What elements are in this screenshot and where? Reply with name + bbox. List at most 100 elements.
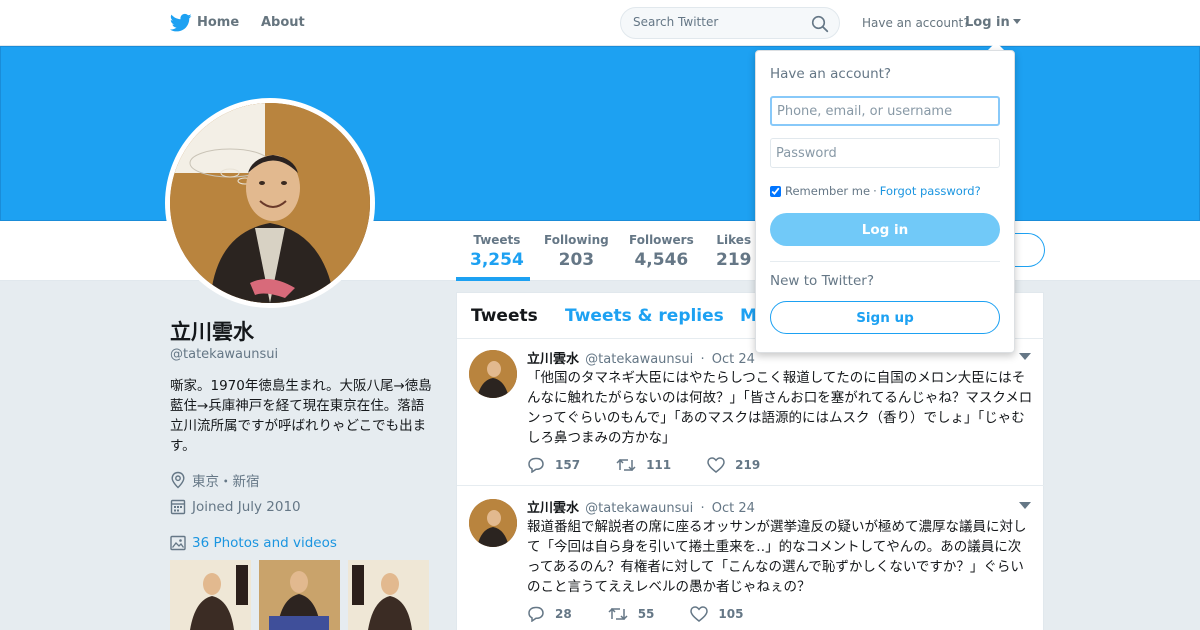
stat-followers-value: 4,546 bbox=[634, 250, 689, 270]
profile-location: 東京・新宿 bbox=[170, 470, 260, 490]
login-button[interactable]: Log in bbox=[770, 213, 1000, 246]
stat-followers-label: Followers bbox=[629, 233, 694, 247]
calendar-icon bbox=[170, 499, 186, 515]
reply-icon bbox=[528, 457, 544, 473]
username-field[interactable] bbox=[770, 96, 1000, 126]
photos-and-videos-label: 36 Photos and videos bbox=[192, 535, 337, 551]
like-action[interactable]: 219 bbox=[707, 457, 760, 473]
profile-joined: Joined July 2010 bbox=[170, 498, 301, 516]
stat-likes-value: 219 bbox=[716, 250, 752, 270]
profile-name[interactable]: 立川雲水 bbox=[170, 316, 254, 346]
tweet-author[interactable]: 立川雲水 bbox=[527, 501, 579, 516]
nav-about-link[interactable]: About bbox=[261, 15, 305, 30]
search-box bbox=[620, 7, 840, 39]
avatar-photo bbox=[170, 103, 370, 303]
location-pin-icon bbox=[171, 471, 185, 489]
tweet-handle[interactable]: @tatekawaunsui bbox=[585, 501, 693, 516]
login-dropdown-toggle[interactable]: Log in bbox=[965, 15, 1021, 30]
stat-tweets[interactable]: Tweets 3,254 bbox=[470, 233, 524, 270]
retweet-action[interactable]: 111 bbox=[616, 457, 671, 473]
reply-action[interactable]: 157 bbox=[527, 457, 580, 473]
tweet-avatar[interactable] bbox=[469, 350, 517, 398]
caret-down-icon bbox=[1012, 19, 1021, 24]
stat-likes-label: Likes bbox=[716, 233, 752, 247]
top-navigation: Home About Have an account? Log in bbox=[0, 0, 1200, 46]
heart-icon bbox=[690, 606, 709, 622]
heart-icon bbox=[707, 457, 725, 473]
tweet-actions: 28 55 105 bbox=[527, 606, 779, 622]
tweet[interactable]: 立川雲水 @tatekawaunsui · Oct 24 「他国のタマネギ大臣に… bbox=[457, 339, 1045, 486]
like-action[interactable]: 105 bbox=[690, 606, 743, 622]
tweet-header: 立川雲水 @tatekawaunsui · Oct 24 bbox=[527, 497, 755, 516]
profile-handle[interactable]: @tatekawaunsui bbox=[170, 347, 278, 362]
dropdown-divider bbox=[770, 261, 1000, 262]
tweet-separator: · bbox=[700, 352, 705, 367]
tweet-text: 「他国のタマネギ大臣にはやたらしつこく報道してたのに自国のメロン大臣にはそんなに… bbox=[527, 370, 1033, 446]
avatar-portrait-image bbox=[170, 103, 370, 303]
photo-thumbnail[interactable] bbox=[348, 560, 429, 630]
photo-thumbnail[interactable] bbox=[259, 560, 340, 630]
photo-icon bbox=[170, 535, 186, 551]
profile-avatar[interactable] bbox=[165, 98, 375, 308]
tweet-menu-chevron-icon[interactable] bbox=[1019, 353, 1031, 360]
tweet-text: 報道番組で解説者の席に座るオッサンが選挙違反の疑いが極めて濃厚な議員に対して「今… bbox=[527, 519, 1027, 595]
profile-location-text: 東京・新宿 bbox=[192, 474, 260, 490]
stat-following-label: Following bbox=[544, 233, 609, 247]
tab-tweets[interactable]: Tweets bbox=[471, 306, 538, 326]
thumbnail-image bbox=[259, 560, 340, 630]
remember-me-checkbox[interactable] bbox=[770, 185, 781, 197]
tweet-handle[interactable]: @tatekawaunsui bbox=[585, 352, 693, 367]
retweet-count: 111 bbox=[646, 458, 672, 472]
signup-button[interactable]: Sign up bbox=[770, 301, 1000, 334]
tweet[interactable]: 立川雲水 @tatekawaunsui · Oct 24 報道番組で解説者の席に… bbox=[457, 488, 1045, 630]
profile-bio: 噺家。1970年徳島生まれ。大阪八尾→徳島藍住→兵庫神戸を経て現在東京在住。落語… bbox=[170, 378, 432, 454]
stat-followers[interactable]: Followers 4,546 bbox=[629, 233, 694, 270]
photo-thumbnail[interactable] bbox=[170, 560, 251, 630]
new-to-twitter-label: New to Twitter? bbox=[770, 273, 874, 289]
tab-tweets-and-replies[interactable]: Tweets & replies bbox=[565, 306, 724, 326]
search-icon[interactable] bbox=[811, 15, 829, 33]
reply-action[interactable]: 28 bbox=[527, 606, 572, 622]
twitter-bird-icon[interactable] bbox=[170, 13, 192, 33]
reply-count: 157 bbox=[555, 458, 581, 472]
like-count: 105 bbox=[718, 607, 744, 621]
retweet-icon bbox=[608, 607, 628, 621]
remember-separator: · bbox=[873, 184, 877, 198]
tweet-author[interactable]: 立川雲水 bbox=[527, 352, 579, 367]
tweet-separator: · bbox=[700, 501, 705, 516]
tweet-actions: 157 111 219 bbox=[527, 457, 796, 473]
stat-tweets-label: Tweets bbox=[473, 233, 521, 247]
tweet-timestamp[interactable]: Oct 24 bbox=[712, 352, 755, 367]
reply-icon bbox=[528, 606, 544, 622]
password-field[interactable] bbox=[770, 138, 1000, 168]
profile-joined-text: Joined July 2010 bbox=[192, 499, 301, 515]
thumbnail-image bbox=[348, 560, 429, 630]
reply-count: 28 bbox=[555, 607, 572, 621]
stat-following[interactable]: Following 203 bbox=[544, 233, 609, 270]
tweet-timestamp[interactable]: Oct 24 bbox=[712, 501, 755, 516]
tweet-menu-chevron-icon[interactable] bbox=[1019, 502, 1031, 509]
login-dropdown: Have an account? Remember me · Forgot pa… bbox=[755, 50, 1015, 353]
tweet-avatar-image bbox=[469, 499, 517, 547]
retweet-count: 55 bbox=[637, 607, 655, 621]
photos-and-videos-link[interactable]: 36 Photos and videos bbox=[170, 534, 337, 552]
tweet-header: 立川雲水 @tatekawaunsui · Oct 24 bbox=[527, 348, 755, 367]
retweet-icon bbox=[616, 458, 636, 472]
like-count: 219 bbox=[735, 458, 761, 472]
login-dropdown-title: Have an account? bbox=[770, 66, 892, 82]
stat-tweets-value: 3,254 bbox=[470, 250, 524, 270]
tweet-avatar-image bbox=[469, 350, 517, 398]
tweet-avatar[interactable] bbox=[469, 499, 517, 547]
retweet-action[interactable]: 55 bbox=[608, 606, 655, 622]
login-link-label: Log in bbox=[965, 15, 1010, 30]
nav-home-link[interactable]: Home bbox=[197, 15, 239, 30]
remember-me-row: Remember me · Forgot password? bbox=[770, 184, 981, 198]
have-account-label: Have an account? bbox=[862, 16, 970, 30]
stat-likes[interactable]: Likes 219 bbox=[716, 233, 752, 270]
thumbnail-image bbox=[170, 560, 251, 630]
search-input[interactable] bbox=[633, 15, 803, 29]
forgot-password-link[interactable]: Forgot password? bbox=[880, 184, 981, 198]
remember-me-label[interactable]: Remember me bbox=[785, 184, 870, 198]
stat-following-value: 203 bbox=[558, 250, 595, 270]
active-tab-underline bbox=[456, 277, 530, 281]
